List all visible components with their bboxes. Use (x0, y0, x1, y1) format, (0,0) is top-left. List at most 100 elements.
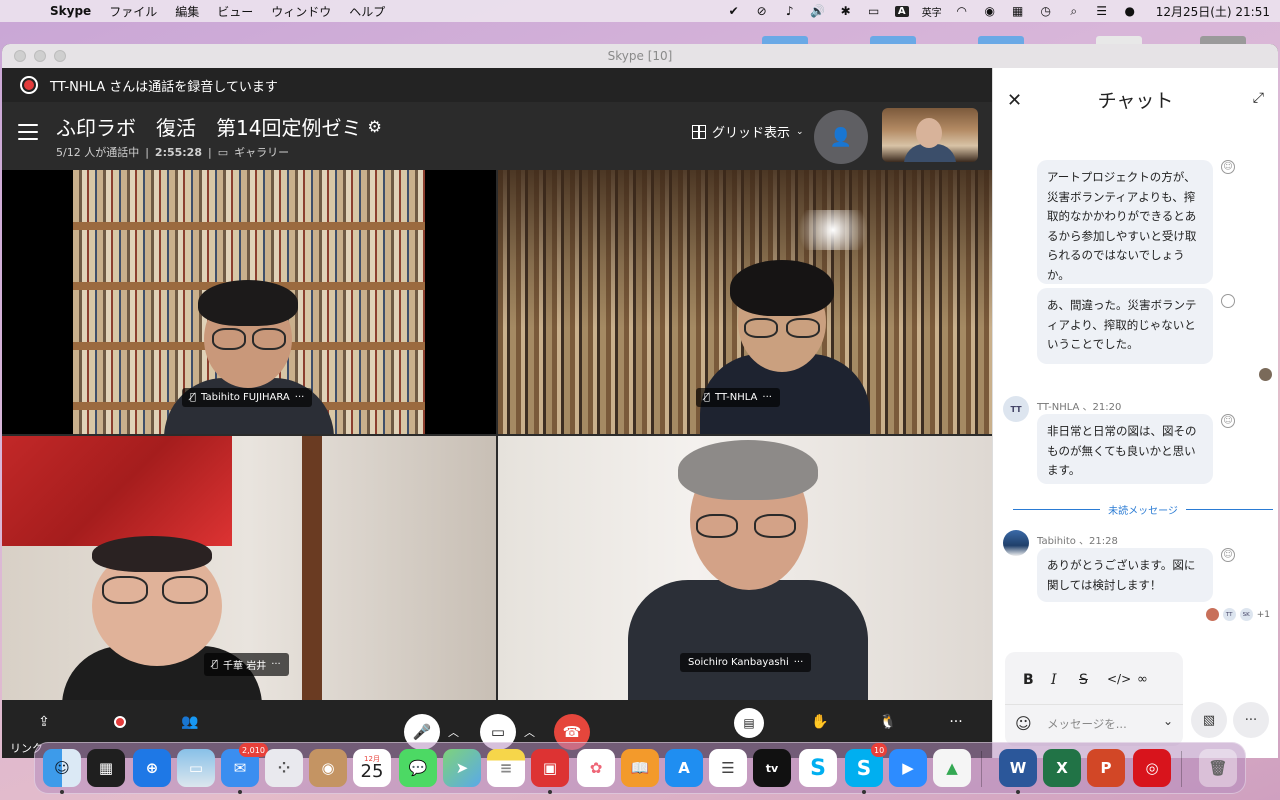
menu-icon[interactable] (18, 124, 38, 140)
more-options-icon[interactable]: ··· (794, 657, 804, 668)
checkmark-icon[interactable]: ✔ (726, 3, 742, 19)
code-icon[interactable]: </> (1107, 672, 1131, 686)
finder-icon[interactable]: ☺ (43, 749, 81, 787)
strikethrough-icon[interactable]: S (1079, 672, 1088, 688)
battery-icon[interactable]: ▭ (866, 3, 882, 19)
call-title[interactable]: ふ印ラボ 復活 第14回定例ゼミ ⚙ (56, 112, 382, 141)
notes-icon[interactable]: ≡ (487, 749, 525, 787)
participant-label[interactable]: 🎙̸ Tabihito FUJIHARA ··· (182, 388, 313, 407)
expand-icon[interactable]: ⤢ (1253, 90, 1264, 106)
avatar[interactable]: TT (1003, 396, 1029, 422)
emoji-reaction-icon[interactable]: ☺ (1221, 548, 1235, 562)
menu-file[interactable]: ファイル (109, 3, 157, 20)
photos-icon[interactable]: ✿ (577, 749, 615, 787)
calendar-day: 25 (360, 760, 384, 782)
siri-icon[interactable]: ● (1122, 3, 1138, 19)
calendar-icon[interactable]: 12月 25 (353, 749, 391, 787)
reminders-icon[interactable]: ☰ (709, 749, 747, 787)
add-participant-button[interactable]: 👤 (814, 110, 868, 164)
safari-icon[interactable]: ⊕ (133, 749, 171, 787)
time-machine-icon[interactable]: ◷ (1038, 3, 1054, 19)
link-icon[interactable]: ∞ (1137, 672, 1148, 687)
participant-label[interactable]: 🎙̸ 千華 岩井 ··· (204, 653, 289, 676)
emoji-reaction-icon[interactable]: ☺ (1221, 160, 1235, 174)
more-options-button[interactable]: ··· (1233, 702, 1269, 738)
wifi-icon[interactable]: ◠ (954, 3, 970, 19)
more-options-icon[interactable]: ··· (295, 392, 305, 403)
word-icon[interactable]: W (999, 749, 1037, 787)
chat-message[interactable]: アートプロジェクトの方が、災害ボランティアよりも、搾取的なかかわりができるとある… (1037, 160, 1213, 284)
read-receipt-avatar: SK (1239, 608, 1253, 621)
chat-message[interactable]: あ、間違った。災害ボランティアより、搾取的じゃないということでした。 (1037, 288, 1213, 364)
more-options-icon[interactable]: ··· (271, 659, 281, 670)
chevron-down-icon[interactable]: ⌄ (1163, 714, 1173, 728)
zoom-icon[interactable]: ▶ (889, 749, 927, 787)
do-not-disturb-icon[interactable]: ⊘ (754, 3, 770, 19)
input-source-icon[interactable]: A (894, 3, 910, 19)
excel-icon[interactable]: X (1043, 749, 1081, 787)
menu-edit[interactable]: 編集 (175, 3, 199, 20)
menu-app-name[interactable]: Skype (50, 4, 91, 18)
reactions-icon[interactable]: 🐧 (878, 712, 898, 732)
mission-control-icon[interactable]: ▦ (87, 749, 125, 787)
preview-icon[interactable]: ▭ (177, 749, 215, 787)
messages-icon[interactable]: 💬 (399, 749, 437, 787)
antivirus-icon[interactable]: ◎ (1133, 749, 1171, 787)
user-icon[interactable]: ◉ (982, 3, 998, 19)
recording-banner: TT-NHLA さんは通話を録音しています (2, 68, 992, 102)
contacts-icon[interactable]: ◉ (309, 749, 347, 787)
menu-view[interactable]: ビュー (217, 3, 253, 20)
chat-message[interactable]: 非日常と日常の図は、図そのものが無くても良いかと思います。 (1037, 414, 1213, 484)
chat-header: ✕ チャット ⤢ (993, 68, 1278, 130)
photo-booth-icon[interactable]: ▣ (531, 749, 569, 787)
emoji-icon[interactable]: ☺ (1015, 714, 1032, 733)
apple-tv-icon[interactable]: tv (753, 749, 791, 787)
share-media-button[interactable]: ▧ (1191, 702, 1227, 738)
participant-label[interactable]: Soichiro Kanbayashi ··· (680, 653, 812, 672)
italic-icon[interactable]: I (1051, 672, 1057, 688)
more-options-icon[interactable]: ··· (762, 392, 772, 403)
trash-icon[interactable]: 🗑 (1199, 749, 1237, 787)
video-tile[interactable]: 🎙̸ TT-NHLA ··· (498, 170, 992, 434)
message-input[interactable]: メッセージを... (1047, 716, 1127, 732)
video-tile[interactable]: Soichiro Kanbayashi ··· (498, 436, 992, 700)
launchpad-icon[interactable]: ⁘ (265, 749, 303, 787)
raise-hand-icon[interactable]: ✋ (810, 712, 830, 732)
share-icon[interactable]: ⇪ (34, 712, 54, 732)
participants-icon[interactable]: 👥 (180, 712, 200, 732)
chevron-up-icon[interactable]: ︿ (448, 724, 459, 740)
read-receipt-avatar: TT (1222, 608, 1236, 621)
video-tile[interactable]: 🎙̸ 千華 岩井 ··· (2, 436, 496, 700)
video-tile[interactable]: 🎙̸ Tabihito FUJIHARA ··· (2, 170, 496, 434)
bold-icon[interactable]: B (1023, 672, 1034, 688)
layout-toggle-button[interactable]: グリッド表示 ⌄ (692, 122, 804, 141)
message-composer: B I S </> ∞ ☺ メッセージを... ⌄ (1005, 652, 1183, 746)
self-view-video[interactable] (882, 108, 978, 162)
more-options-icon[interactable]: ··· (946, 712, 966, 732)
window-titlebar[interactable]: Skype [10] (2, 44, 1278, 68)
gear-icon[interactable]: ⚙ (367, 117, 381, 136)
avatar[interactable] (1003, 530, 1029, 556)
volume-icon[interactable]: 🔊 (810, 3, 826, 19)
spotlight-search-icon[interactable]: ⌕ (1066, 3, 1082, 19)
menu-clock[interactable]: 12月25日(土) 21:51 (1156, 3, 1270, 20)
skype-icon[interactable]: S (799, 749, 837, 787)
menu-window[interactable]: ウィンドウ (271, 3, 331, 20)
bluetooth-icon[interactable]: ✱ (838, 3, 854, 19)
control-center-icon[interactable]: ☰ (1094, 3, 1110, 19)
drive-icon[interactable]: ▲ (933, 749, 971, 787)
chat-toggle-button[interactable]: ▤ (734, 708, 764, 738)
keyboard-icon[interactable]: ▦ (1010, 3, 1026, 19)
menu-help[interactable]: ヘルプ (349, 3, 385, 20)
chevron-up-icon[interactable]: ︿ (524, 724, 535, 740)
record-button[interactable] (110, 712, 130, 732)
powerpoint-icon[interactable]: P (1087, 749, 1125, 787)
emoji-reaction-icon[interactable]: ☺ (1221, 414, 1235, 428)
books-icon[interactable]: 📖 (621, 749, 659, 787)
participant-label[interactable]: 🎙̸ TT-NHLA ··· (696, 388, 780, 407)
emoji-reaction-icon[interactable] (1221, 294, 1235, 308)
app-store-icon[interactable]: A (665, 749, 703, 787)
bell-icon[interactable]: ♪ (782, 3, 798, 19)
chat-message[interactable]: ありがとうございます。図に関しては検討します！ (1037, 548, 1213, 602)
maps-icon[interactable]: ➤ (443, 749, 481, 787)
